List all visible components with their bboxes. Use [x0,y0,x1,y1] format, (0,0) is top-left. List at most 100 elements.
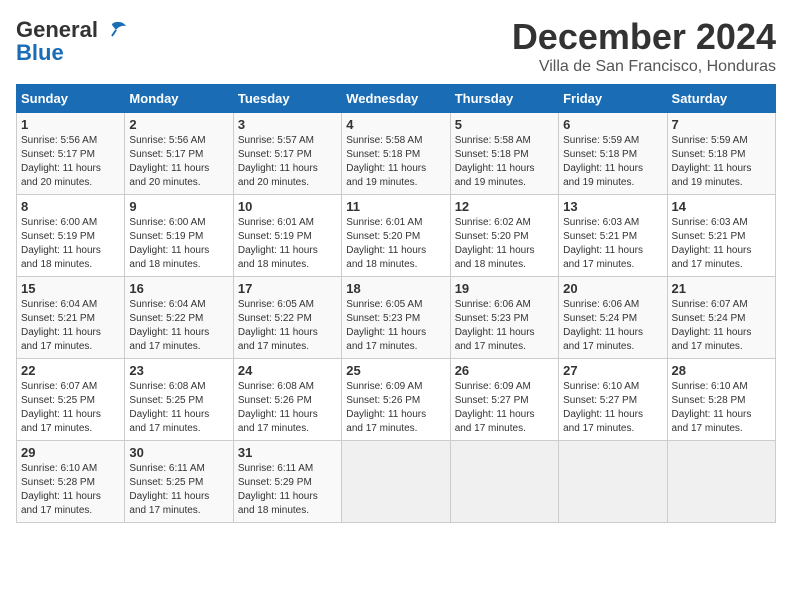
day-info: Sunrise: 6:03 AM Sunset: 5:21 PM Dayligh… [672,216,771,272]
day-info: Sunrise: 6:10 AM Sunset: 5:27 PM Dayligh… [563,380,662,436]
table-row: 20Sunrise: 6:06 AM Sunset: 5:24 PM Dayli… [559,277,667,359]
day-number: 12 [455,199,554,214]
logo: General Blue [16,16,130,66]
table-row: 7 Sunrise: 5:59 AM Sunset: 5:18 PM Daylig… [667,113,775,195]
day-number: 31 [238,445,337,460]
day-info: Sunrise: 6:09 AM Sunset: 5:27 PM Dayligh… [455,380,554,436]
day-number: 25 [346,363,445,378]
header-saturday: Saturday [667,85,775,113]
subtitle: Villa de San Francisco, Honduras [512,58,776,76]
calendar-week-row: 29 Sunrise: 6:10 AM Sunset: 5:28 PM Dayli… [17,441,776,523]
day-number: 22 [21,363,120,378]
day-number: 30 [129,445,228,460]
day-number: 6 [563,117,662,132]
day-info: Sunrise: 6:00 AM Sunset: 5:19 PM Dayligh… [21,216,120,272]
table-row: 26 Sunrise: 6:09 AM Sunset: 5:27 PM Dayli… [450,359,558,441]
main-title: December 2024 [512,16,776,58]
day-number: 13 [563,199,662,214]
table-row: 18 Sunrise: 6:05 AM Sunset: 5:23 PM Dayli… [342,277,450,359]
day-number: 1 [21,117,120,132]
table-row [667,441,775,523]
day-number: 10 [238,199,337,214]
day-number: 15 [21,281,120,296]
table-row: 14 Sunrise: 6:03 AM Sunset: 5:21 PM Dayli… [667,195,775,277]
table-row: 28 Sunrise: 6:10 AM Sunset: 5:28 PM Dayli… [667,359,775,441]
day-number: 28 [672,363,771,378]
table-row: 5 Sunrise: 5:58 AM Sunset: 5:18 PM Daylig… [450,113,558,195]
header-sunday: Sunday [17,85,125,113]
day-info: Sunrise: 5:58 AM Sunset: 5:18 PM Dayligh… [455,134,554,190]
header-monday: Monday [125,85,233,113]
table-row: 27 Sunrise: 6:10 AM Sunset: 5:27 PM Dayli… [559,359,667,441]
day-info: Sunrise: 5:59 AM Sunset: 5:18 PM Dayligh… [672,134,771,190]
day-number: 5 [455,117,554,132]
table-row: 31 Sunrise: 6:11 AM Sunset: 5:29 PM Dayli… [233,441,341,523]
day-info: Sunrise: 5:58 AM Sunset: 5:18 PM Dayligh… [346,134,445,190]
day-number: 11 [346,199,445,214]
header-wednesday: Wednesday [342,85,450,113]
day-number: 9 [129,199,228,214]
table-row: 8Sunrise: 6:00 AM Sunset: 5:19 PM Daylig… [17,195,125,277]
table-row [559,441,667,523]
day-info: Sunrise: 6:05 AM Sunset: 5:23 PM Dayligh… [346,298,445,354]
day-number: 18 [346,281,445,296]
day-info: Sunrise: 6:06 AM Sunset: 5:24 PM Dayligh… [563,298,662,354]
table-row: 9 Sunrise: 6:00 AM Sunset: 5:19 PM Daylig… [125,195,233,277]
day-info: Sunrise: 6:05 AM Sunset: 5:22 PM Dayligh… [238,298,337,354]
table-row: 13 Sunrise: 6:03 AM Sunset: 5:21 PM Dayli… [559,195,667,277]
table-row: 16Sunrise: 6:04 AM Sunset: 5:22 PM Dayli… [125,277,233,359]
title-section: December 2024 Villa de San Francisco, Ho… [512,16,776,76]
day-info: Sunrise: 5:57 AM Sunset: 5:17 PM Dayligh… [238,134,337,190]
table-row: 15 Sunrise: 6:04 AM Sunset: 5:21 PM Dayli… [17,277,125,359]
table-row: 29 Sunrise: 6:10 AM Sunset: 5:28 PM Dayli… [17,441,125,523]
table-row: 6 Sunrise: 5:59 AM Sunset: 5:18 PM Daylig… [559,113,667,195]
day-info: Sunrise: 6:07 AM Sunset: 5:25 PM Dayligh… [21,380,120,436]
table-row: 11Sunrise: 6:01 AM Sunset: 5:20 PM Dayli… [342,195,450,277]
day-number: 21 [672,281,771,296]
day-info: Sunrise: 6:08 AM Sunset: 5:25 PM Dayligh… [129,380,228,436]
day-info: Sunrise: 6:08 AM Sunset: 5:26 PM Dayligh… [238,380,337,436]
calendar-week-row: 15 Sunrise: 6:04 AM Sunset: 5:21 PM Dayli… [17,277,776,359]
day-number: 26 [455,363,554,378]
table-row: 21Sunrise: 6:07 AM Sunset: 5:24 PM Dayli… [667,277,775,359]
day-number: 7 [672,117,771,132]
day-info: Sunrise: 6:10 AM Sunset: 5:28 PM Dayligh… [21,462,120,518]
day-number: 4 [346,117,445,132]
day-info: Sunrise: 5:56 AM Sunset: 5:17 PM Dayligh… [129,134,228,190]
day-info: Sunrise: 6:00 AM Sunset: 5:19 PM Dayligh… [129,216,228,272]
day-number: 19 [455,281,554,296]
table-row: 19 Sunrise: 6:06 AM Sunset: 5:23 PM Dayli… [450,277,558,359]
page-header: General Blue December 2024 Villa de San … [16,16,776,76]
calendar-week-row: 8Sunrise: 6:00 AM Sunset: 5:19 PM Daylig… [17,195,776,277]
table-row: 2 Sunrise: 5:56 AM Sunset: 5:17 PM Daylig… [125,113,233,195]
table-row: 30 Sunrise: 6:11 AM Sunset: 5:25 PM Dayli… [125,441,233,523]
day-info: Sunrise: 5:59 AM Sunset: 5:18 PM Dayligh… [563,134,662,190]
header-friday: Friday [559,85,667,113]
day-number: 29 [21,445,120,460]
calendar-week-row: 22 Sunrise: 6:07 AM Sunset: 5:25 PM Dayli… [17,359,776,441]
day-number: 27 [563,363,662,378]
table-row: 12Sunrise: 6:02 AM Sunset: 5:20 PM Dayli… [450,195,558,277]
day-number: 14 [672,199,771,214]
day-info: Sunrise: 6:01 AM Sunset: 5:19 PM Dayligh… [238,216,337,272]
day-info: Sunrise: 6:11 AM Sunset: 5:25 PM Dayligh… [129,462,228,518]
header-thursday: Thursday [450,85,558,113]
day-info: Sunrise: 6:03 AM Sunset: 5:21 PM Dayligh… [563,216,662,272]
calendar-table: Sunday Monday Tuesday Wednesday Thursday… [16,84,776,523]
day-number: 2 [129,117,228,132]
logo-bird-icon [102,16,130,44]
day-info: Sunrise: 6:04 AM Sunset: 5:22 PM Dayligh… [129,298,228,354]
day-number: 23 [129,363,228,378]
day-info: Sunrise: 6:10 AM Sunset: 5:28 PM Dayligh… [672,380,771,436]
table-row [342,441,450,523]
table-row: 23 Sunrise: 6:08 AM Sunset: 5:25 PM Dayli… [125,359,233,441]
table-row [450,441,558,523]
calendar-header-row: Sunday Monday Tuesday Wednesday Thursday… [17,85,776,113]
table-row: 22 Sunrise: 6:07 AM Sunset: 5:25 PM Dayli… [17,359,125,441]
day-info: Sunrise: 6:11 AM Sunset: 5:29 PM Dayligh… [238,462,337,518]
day-info: Sunrise: 6:04 AM Sunset: 5:21 PM Dayligh… [21,298,120,354]
day-info: Sunrise: 6:09 AM Sunset: 5:26 PM Dayligh… [346,380,445,436]
table-row: 24Sunrise: 6:08 AM Sunset: 5:26 PM Dayli… [233,359,341,441]
day-number: 17 [238,281,337,296]
day-info: Sunrise: 6:06 AM Sunset: 5:23 PM Dayligh… [455,298,554,354]
